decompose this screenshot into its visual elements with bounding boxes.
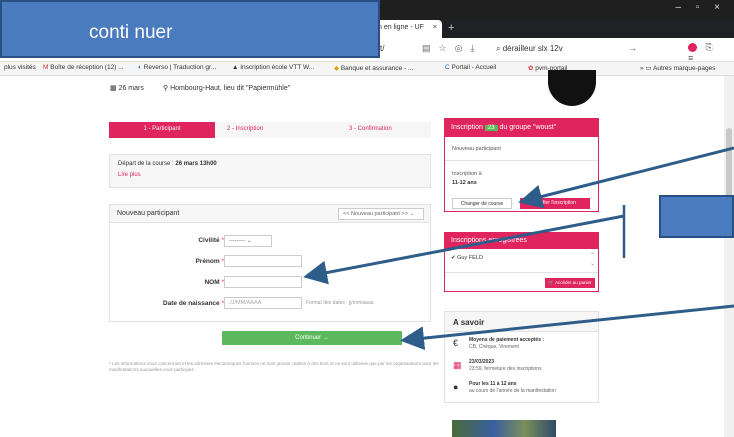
- bank-icon: ◆: [334, 65, 341, 72]
- registered-header: Inscriptions enregistrées: [445, 233, 598, 249]
- step-participant: 1 - Participant: [109, 122, 215, 138]
- event-location: ⚲ Hombourg-Haut, lieu dit "Papiermühle": [163, 85, 291, 92]
- info-header: A savoir: [445, 312, 598, 332]
- age-info: Pour les 11 à 12 ans au cours de l'année …: [469, 381, 556, 394]
- tab-title: n en ligne - UF: [378, 24, 424, 31]
- bookmark-item[interactable]: ◆ Banque et assurance - ...: [334, 64, 413, 72]
- address-icons[interactable]: ▤☆◎⤓: [422, 43, 482, 54]
- nom-label: NOM *: [204, 279, 224, 286]
- prenom-label: Prénom *: [195, 258, 224, 265]
- participant-form: Nouveau participant << Nouveau participa…: [109, 204, 431, 322]
- euro-icon: €: [453, 338, 459, 348]
- bookmark-item[interactable]: ▲ Inscription école VTT W...: [232, 64, 314, 71]
- bookmark-item[interactable]: plus visités: [4, 64, 36, 71]
- calendar-red-icon: ▦: [453, 360, 462, 370]
- inscription-new-participant: Nouveau participant: [452, 146, 501, 152]
- continue-button[interactable]: Continuer →: [222, 331, 402, 345]
- step-inscription: 2 - Inscription: [227, 126, 264, 132]
- download-icon[interactable]: ⤓: [470, 43, 482, 53]
- age-group: 11-12 ans: [452, 180, 477, 186]
- calendar-icon: ▦: [110, 85, 119, 92]
- ddn-label: Date de naissance *: [162, 300, 224, 307]
- url-text[interactable]: t/: [380, 44, 384, 53]
- extensions-icon[interactable]: ⎘: [706, 42, 719, 52]
- chevron-down-icon: ⌄: [247, 238, 252, 244]
- info-panel: A savoir € Moyens de paiement acceptés :…: [444, 311, 599, 403]
- event-photo: [452, 420, 556, 437]
- registered-panel: Inscriptions enregistrées ✔ Guy FELD ⌃ ⌄ …: [444, 232, 599, 292]
- chevron-down-icon: ⌄: [409, 211, 414, 217]
- person-icon: ●: [453, 382, 459, 392]
- depart-line: Départ de la course : 26 mars 13h00: [118, 161, 217, 167]
- step-confirmation: 3 - Confirmation: [349, 126, 392, 132]
- continuer-callout: conti nuer: [0, 0, 380, 58]
- bookmark-item[interactable]: C Portail - Accueil: [445, 64, 496, 71]
- read-more-link[interactable]: Lire plus: [118, 172, 422, 178]
- ddn-input[interactable]: JJ/MM/AAAA: [224, 297, 302, 309]
- callout-text: conti nuer: [89, 22, 173, 43]
- search-field[interactable]: ⌕ dérailleur slx 12v: [496, 44, 563, 54]
- reader-icon[interactable]: ▤: [422, 43, 439, 53]
- toolbar-right[interactable]: ⎘ ≡: [688, 42, 734, 63]
- registered-person: ✔ Guy FELD: [451, 255, 483, 261]
- verify-inscription-button[interactable]: Vérifier l'inscription: [520, 198, 590, 209]
- inscription-header: Inscription 23 du groupe "woust": [445, 119, 598, 137]
- window-controls[interactable]: – ▫ ×: [675, 2, 726, 13]
- prenom-input[interactable]: [224, 255, 302, 267]
- event-date: ▦ 26 mars: [110, 85, 144, 92]
- extension-icon[interactable]: [688, 43, 697, 53]
- ddn-hint: Format des dates : jj/mm/aaaa: [306, 300, 374, 306]
- search-text[interactable]: dérailleur slx 12v: [503, 44, 563, 53]
- steps-bar: 1 - Participant 2 - Inscription 3 - Conf…: [109, 122, 431, 138]
- payment-info: Moyens de paiement acceptés : CB, Chèque,…: [469, 337, 545, 350]
- inscription-label: Inscription à: [452, 171, 482, 177]
- scroll-arrows-icon[interactable]: ⌃ ⌄: [590, 252, 595, 268]
- list-item[interactable]: ✔ Guy FELD ⌃ ⌄: [445, 249, 598, 273]
- divider: [445, 160, 598, 161]
- form-footnote: * Les informations vous concernant et le…: [109, 361, 439, 372]
- bike-icon: ▲: [232, 64, 241, 71]
- form-header: Nouveau participant << Nouveau participa…: [110, 205, 430, 223]
- form-title: Nouveau participant: [117, 210, 180, 217]
- closing-info: 23/03/2023 23:59, fermeture des inscripti…: [469, 359, 542, 372]
- bookmark-item[interactable]: M Boîte de réception (12) ...: [43, 64, 124, 71]
- shield-icon[interactable]: ◎: [455, 43, 471, 53]
- nom-input[interactable]: [224, 276, 302, 288]
- change-course-button[interactable]: Changer de course: [452, 198, 512, 209]
- new-tab-button[interactable]: +: [448, 22, 454, 34]
- search-icon: ⌕: [496, 44, 503, 53]
- go-arrow-icon[interactable]: →: [628, 43, 637, 53]
- browser-tab[interactable]: n en ligne - UF ×: [372, 20, 442, 38]
- civilite-select[interactable]: --------- ⌄: [224, 235, 272, 247]
- bookmark-item[interactable]: » ▭ Autres marque-pages: [640, 64, 716, 72]
- cart-button[interactable]: 🛒 Accéder au panier: [545, 278, 595, 288]
- star-icon[interactable]: ☆: [439, 43, 455, 53]
- inscription-panel: Inscription 23 du groupe "woust" Nouveau…: [444, 118, 599, 212]
- bookmarks-bar: plus visités M Boîte de réception (12) .…: [0, 62, 734, 76]
- participant-select[interactable]: << Nouveau participant >> ⌄: [338, 208, 424, 220]
- folder-icon: ▭: [645, 65, 654, 72]
- tab-close-icon[interactable]: ×: [433, 24, 437, 31]
- bookmark-item[interactable]: ◐ Reverso | Traduction gr...: [138, 64, 216, 71]
- inscription-count-badge: 23: [484, 125, 498, 131]
- civilite-label: Civilité *: [198, 237, 224, 244]
- callout-box: [659, 195, 734, 238]
- depart-info: Départ de la course : 26 mars 13h00 Lire…: [109, 154, 431, 188]
